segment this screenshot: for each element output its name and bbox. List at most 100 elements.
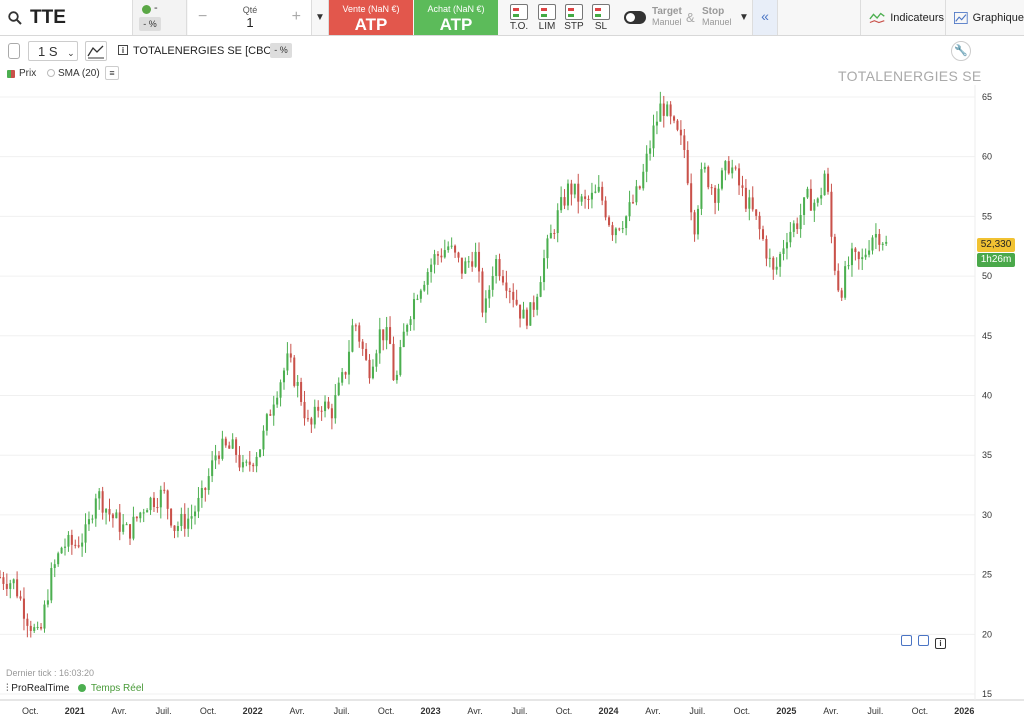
y-tick-label: 60 (982, 152, 992, 162)
candle-body (679, 129, 682, 136)
collapse-panel-button[interactable]: « (752, 0, 778, 35)
order-type-label: T.O. (509, 21, 529, 32)
y-tick-label: 50 (982, 271, 992, 281)
y-tick-label: 20 (982, 629, 992, 639)
candle-body (440, 255, 443, 258)
candle-body (454, 245, 457, 253)
candle-body (382, 329, 385, 341)
candle-body (587, 198, 590, 200)
candle-body (871, 237, 874, 251)
order-type-stp-button[interactable]: STP (560, 2, 588, 34)
candle-body (204, 488, 207, 491)
candle-body (170, 508, 173, 526)
candle-body (238, 454, 241, 468)
candle-body (77, 545, 80, 547)
qty-dropdown-icon[interactable]: ▼ (312, 0, 329, 35)
sell-value: ATP (354, 15, 388, 34)
candle-body (830, 191, 833, 237)
candle-body (330, 408, 333, 419)
candle-body (426, 272, 429, 285)
sell-button[interactable]: Vente (NaN €) ATP (329, 0, 413, 35)
period-select[interactable]: 1 S ⌄ (28, 41, 78, 61)
candle-body (125, 524, 128, 526)
info-icon[interactable]: i (935, 638, 946, 649)
candle-body (597, 186, 600, 192)
target-setting[interactable]: Target Manuel (652, 6, 682, 28)
chevron-down-icon[interactable]: ▼ (737, 0, 751, 35)
candle-body (707, 166, 710, 188)
candle-body (279, 382, 282, 398)
price-series-label[interactable]: Prix (19, 68, 36, 79)
candle-body (115, 512, 118, 519)
candle-body (344, 372, 347, 375)
candle-body (885, 241, 888, 244)
candle-body (327, 401, 330, 409)
export-icon[interactable] (918, 635, 929, 646)
y-tick-label: 40 (982, 390, 992, 400)
stop-setting[interactable]: Stop Manuel (702, 6, 732, 28)
symbol-search[interactable]: TTE (0, 0, 133, 35)
candle-body (132, 516, 135, 539)
candle-body (847, 265, 850, 267)
y-tick-label: 15 (982, 689, 992, 699)
wrench-icon[interactable]: 🔧 (951, 41, 971, 61)
target-sub: Manuel (652, 17, 682, 27)
candle-body (553, 233, 556, 235)
price-chart[interactable]: 1520253035404550556065Oct. 2021 Avr. Juil. O… (0, 85, 1024, 718)
graph-label: Graphique (972, 11, 1024, 24)
candle-body (525, 309, 528, 326)
candle-body (26, 618, 29, 626)
x-tick-label: Juil. (512, 706, 528, 716)
x-tick-label: Juil. (867, 706, 883, 716)
target-stop-toggle[interactable] (624, 11, 646, 24)
candle-body (864, 254, 867, 258)
instrument-info-icon[interactable]: i (118, 45, 128, 55)
candle-body (0, 577, 2, 578)
graph-button[interactable]: Graphique (945, 0, 1024, 35)
order-type-to-button[interactable]: T.O. (505, 2, 533, 34)
lock-scale-icon[interactable] (8, 43, 20, 59)
candle-body (173, 525, 176, 531)
candle-body (16, 579, 19, 597)
order-type-sl-button[interactable]: SL (587, 2, 615, 34)
candle-body (508, 290, 511, 292)
candle-body (542, 258, 546, 283)
candle-body (217, 455, 221, 459)
list-icon[interactable]: ≡ (105, 66, 119, 80)
x-tick-label: Oct. (378, 706, 395, 716)
candle-body (392, 343, 395, 381)
candle-body (748, 197, 751, 209)
candle-body (837, 270, 840, 291)
x-tick-label: 2025 (776, 706, 796, 716)
buy-button[interactable]: Achat (NaN €) ATP (414, 0, 498, 35)
candle-body (854, 248, 857, 252)
sma-series-label[interactable]: SMA (20) (58, 68, 100, 79)
copy-icon[interactable] (901, 635, 912, 646)
candle-body (765, 238, 768, 259)
candle-body (310, 418, 313, 425)
candle-body (245, 461, 248, 463)
x-tick-label: 2023 (421, 706, 441, 716)
candle-body (142, 512, 145, 514)
candle-body (481, 271, 484, 313)
candle-body (190, 516, 193, 519)
sma-toggle-icon[interactable] (47, 69, 55, 77)
chart-type-icon[interactable] (85, 41, 107, 61)
candle-body (703, 166, 706, 170)
candle-body (337, 382, 340, 396)
candle-body (156, 507, 159, 509)
candle-body (224, 438, 227, 446)
quantity-stepper[interactable]: − Qté 1 + (188, 0, 312, 35)
candle-body (29, 625, 32, 631)
price-series-icon[interactable] (7, 70, 15, 78)
change-value: - (154, 2, 158, 14)
candle-body (135, 516, 138, 519)
candle-body (423, 284, 426, 291)
candle-body (19, 596, 22, 599)
candle-body (228, 445, 231, 449)
qty-increase-button[interactable]: + (292, 8, 301, 26)
indicators-button[interactable]: Indicateurs (860, 0, 944, 35)
symbol-ticker[interactable]: TTE (30, 7, 66, 29)
candle-body (488, 289, 491, 299)
order-type-lim-button[interactable]: LIM (533, 2, 561, 34)
